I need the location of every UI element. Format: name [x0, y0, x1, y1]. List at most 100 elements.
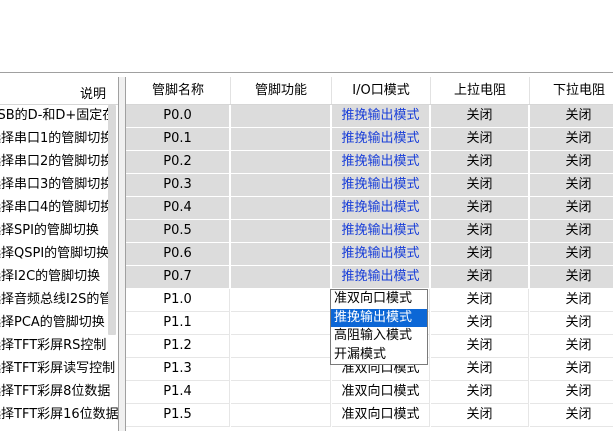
pin-name-cell[interactable]: P0.2 — [126, 151, 230, 174]
description-header[interactable]: 说明 — [0, 77, 118, 105]
io-mode-cell[interactable]: 推挽输出模式 — [332, 174, 430, 197]
table-row[interactable]: P0.4 推挽输出模式 关闭 关闭 — [126, 197, 613, 220]
pull-up-cell[interactable]: 关闭 — [431, 220, 529, 243]
pull-up-cell[interactable]: 关闭 — [431, 289, 529, 312]
io-mode-cell[interactable]: 准双向口模式 — [332, 381, 430, 404]
description-row[interactable]: 选择TFT彩屏读写控制 — [0, 358, 118, 381]
pull-up-cell[interactable]: 关闭 — [431, 128, 529, 151]
pull-down-cell[interactable]: 关闭 — [530, 105, 613, 128]
pin-name-cell[interactable]: P1.2 — [126, 335, 230, 358]
io-mode-cell[interactable]: 推挽输出模式 — [332, 151, 430, 174]
pin-name-cell[interactable]: P0.5 — [126, 220, 230, 243]
pull-down-cell[interactable]: 关闭 — [530, 128, 613, 151]
io-mode-cell[interactable]: 准双向口模式 — [332, 404, 430, 427]
pull-down-cell[interactable]: 关闭 — [530, 335, 613, 358]
description-row[interactable]: 选择TFT彩屏8位数据 — [0, 381, 118, 404]
description-row[interactable]: 选择SPI的管脚切换 — [0, 220, 118, 243]
pin-function-cell[interactable] — [231, 312, 331, 335]
column-header-pull-down[interactable]: 下拉电阻 — [530, 77, 613, 104]
pin-name-cell[interactable]: P1.1 — [126, 312, 230, 335]
io-mode-cell[interactable]: 推挽输出模式 — [332, 105, 430, 128]
pull-up-cell[interactable]: 关闭 — [431, 197, 529, 220]
pin-function-cell[interactable] — [231, 381, 331, 404]
pin-name-cell[interactable]: P0.7 — [126, 266, 230, 289]
io-mode-cell[interactable]: 推挽输出模式 — [332, 243, 430, 266]
pull-up-cell[interactable]: 关闭 — [431, 105, 529, 128]
table-row[interactable]: P1.4 准双向口模式 关闭 关闭 — [126, 381, 613, 404]
column-header-pin-name[interactable]: 管脚名称 — [126, 77, 231, 104]
pull-down-cell[interactable]: 关闭 — [530, 243, 613, 266]
description-row[interactable]: 选择TFT彩屏16位数据 — [0, 404, 118, 427]
pull-up-cell[interactable]: 关闭 — [431, 312, 529, 335]
pull-down-cell[interactable]: 关闭 — [530, 174, 613, 197]
pin-function-cell[interactable] — [231, 335, 331, 358]
description-list[interactable]: 说明 USB的D-和D+固定在 选择串口1的管脚切换 选择串口2的管脚切换 选择串口3… — [0, 77, 119, 431]
io-mode-cell[interactable]: 推挽输出模式 — [332, 197, 430, 220]
pull-down-cell[interactable]: 关闭 — [530, 151, 613, 174]
column-header-pull-up[interactable]: 上拉电阻 — [431, 77, 530, 104]
pin-function-cell[interactable] — [231, 404, 331, 427]
pull-up-cell[interactable]: 关闭 — [431, 381, 529, 404]
scrollbar[interactable] — [108, 105, 116, 335]
pin-function-cell[interactable] — [231, 151, 331, 174]
description-row[interactable]: 选择QSPI的管脚切换 — [0, 243, 118, 266]
io-mode-cell[interactable]: 推挽输出模式 — [332, 220, 430, 243]
column-header-io-mode[interactable]: I/O口模式 — [332, 77, 431, 104]
table-row[interactable]: P0.6 推挽输出模式 关闭 关闭 — [126, 243, 613, 266]
description-row[interactable]: 选择I2C的管脚切换 — [0, 266, 118, 289]
pin-function-cell[interactable] — [231, 105, 331, 128]
description-row[interactable]: 选择串口2的管脚切换 — [0, 151, 118, 174]
pin-name-cell[interactable]: P1.5 — [126, 404, 230, 427]
pull-down-cell[interactable]: 关闭 — [530, 404, 613, 427]
column-header-pin-function[interactable]: 管脚功能 — [231, 77, 332, 104]
pull-down-cell[interactable]: 关闭 — [530, 381, 613, 404]
table-row[interactable]: P0.3 推挽输出模式 关闭 关闭 — [126, 174, 613, 197]
pin-name-cell[interactable]: P1.3 — [126, 358, 230, 381]
pin-name-cell[interactable]: P1.0 — [126, 289, 230, 312]
pull-down-cell[interactable]: 关闭 — [530, 312, 613, 335]
dropdown-option[interactable]: 推挽输出模式 — [331, 308, 427, 327]
pin-function-cell[interactable] — [231, 174, 331, 197]
pull-down-cell[interactable]: 关闭 — [530, 220, 613, 243]
pin-function-cell[interactable] — [231, 220, 331, 243]
description-row[interactable]: 选择串口1的管脚切换 — [0, 128, 118, 151]
dropdown-option[interactable]: 高阻输入模式 — [331, 327, 427, 346]
splitter[interactable] — [119, 77, 126, 431]
description-row[interactable]: USB的D-和D+固定在 — [0, 105, 118, 128]
pull-down-cell[interactable]: 关闭 — [530, 289, 613, 312]
pull-up-cell[interactable]: 关闭 — [431, 404, 529, 427]
table-row[interactable]: P0.0 推挽输出模式 关闭 关闭 — [126, 105, 613, 128]
description-row[interactable]: 选择串口4的管脚切换 — [0, 197, 118, 220]
pin-name-cell[interactable]: P0.0 — [126, 105, 230, 128]
table-row[interactable]: P1.5 准双向口模式 关闭 关闭 — [126, 404, 613, 427]
description-row[interactable]: 选择PCA的管脚切换 — [0, 312, 118, 335]
pin-function-cell[interactable] — [231, 197, 331, 220]
table-row[interactable]: P0.7 推挽输出模式 关闭 关闭 — [126, 266, 613, 289]
pull-down-cell[interactable]: 关闭 — [530, 197, 613, 220]
dropdown-option[interactable]: 准双向口模式 — [331, 290, 427, 309]
pin-function-cell[interactable] — [231, 128, 331, 151]
io-mode-cell[interactable]: 推挽输出模式 — [332, 128, 430, 151]
pull-down-cell[interactable]: 关闭 — [530, 358, 613, 381]
pin-name-cell[interactable]: P0.3 — [126, 174, 230, 197]
table-row[interactable]: P0.1 推挽输出模式 关闭 关闭 — [126, 128, 613, 151]
pull-up-cell[interactable]: 关闭 — [431, 243, 529, 266]
pin-name-cell[interactable]: P0.6 — [126, 243, 230, 266]
pin-name-cell[interactable]: P0.1 — [126, 128, 230, 151]
pull-up-cell[interactable]: 关闭 — [431, 151, 529, 174]
description-row[interactable]: 选择音频总线I2S的管 — [0, 289, 118, 312]
pull-up-cell[interactable]: 关闭 — [431, 266, 529, 289]
description-row[interactable]: 选择TFT彩屏RS控制 — [0, 335, 118, 358]
pin-name-cell[interactable]: P1.4 — [126, 381, 230, 404]
pull-up-cell[interactable]: 关闭 — [431, 358, 529, 381]
io-mode-dropdown[interactable]: 准双向口模式 推挽输出模式 高阻输入模式 开漏模式 — [330, 289, 428, 365]
pin-function-cell[interactable] — [231, 243, 331, 266]
pin-function-cell[interactable] — [231, 266, 331, 289]
description-row[interactable]: 选择串口3的管脚切换 — [0, 174, 118, 197]
pull-down-cell[interactable]: 关闭 — [530, 266, 613, 289]
io-mode-cell[interactable]: 推挽输出模式 — [332, 266, 430, 289]
pull-up-cell[interactable]: 关闭 — [431, 174, 529, 197]
table-row[interactable]: P0.5 推挽输出模式 关闭 关闭 — [126, 220, 613, 243]
dropdown-option[interactable]: 开漏模式 — [331, 346, 427, 365]
table-row[interactable]: P0.2 推挽输出模式 关闭 关闭 — [126, 151, 613, 174]
